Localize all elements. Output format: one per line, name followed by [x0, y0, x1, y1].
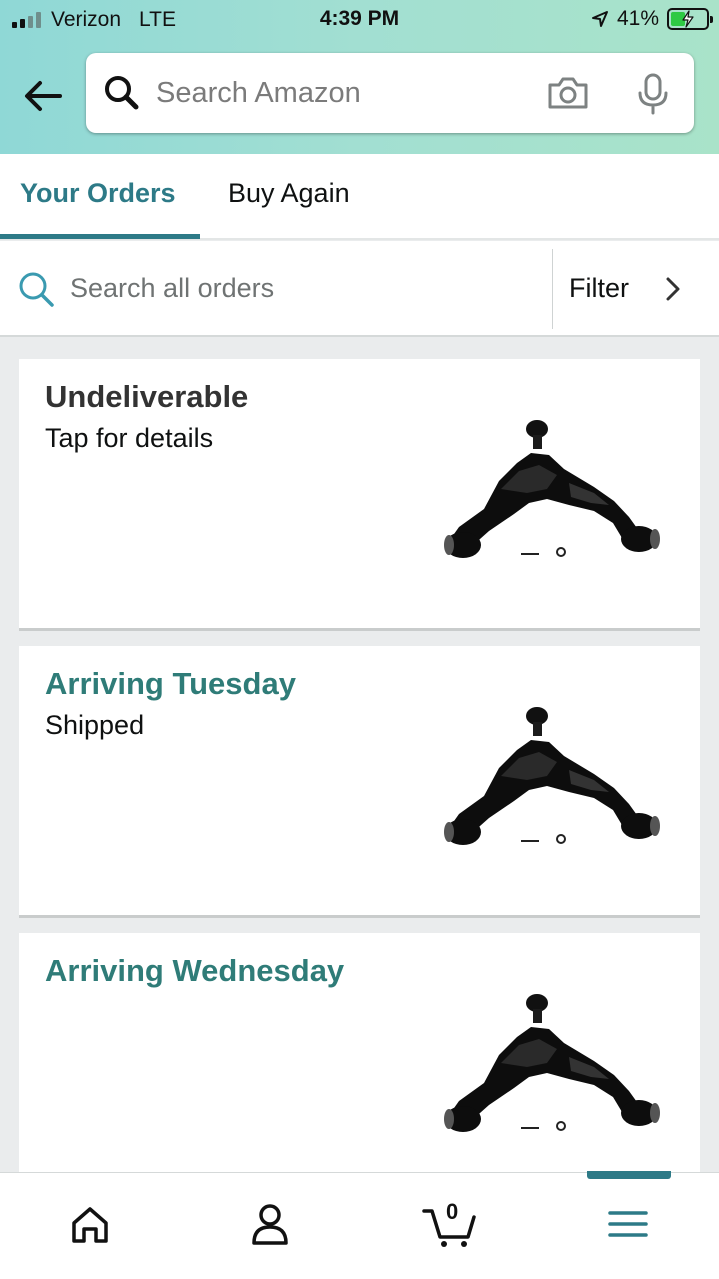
tab-your-orders[interactable]: Your Orders: [20, 178, 176, 209]
account-icon: [252, 1204, 288, 1245]
battery-percent: 41%: [616, 7, 659, 30]
home-icon: [72, 1207, 108, 1243]
microphone-icon[interactable]: [636, 73, 670, 115]
active-nav-indicator: [587, 1171, 671, 1179]
nav-menu[interactable]: [598, 1199, 658, 1249]
location-arrow-icon: [591, 11, 608, 27]
order-status: Arriving Wednesday: [45, 953, 345, 988]
order-status: Undeliverable: [45, 379, 249, 414]
order-card[interactable]: Undeliverable Tap for details: [19, 359, 700, 631]
back-button[interactable]: [22, 78, 64, 114]
filter-label: Filter: [569, 273, 629, 303]
nav-home[interactable]: [60, 1199, 120, 1249]
tab-buy-again[interactable]: Buy Again: [228, 178, 350, 209]
back-arrow-icon: [25, 81, 62, 111]
camera-icon[interactable]: [546, 75, 590, 111]
control-arm-image: [429, 993, 669, 1143]
order-card[interactable]: Arriving Wednesday: [19, 933, 700, 1193]
control-arm-image: [429, 419, 669, 569]
order-detail: Tap for details: [45, 423, 214, 453]
battery-icon: [667, 8, 713, 30]
search-icon: [19, 272, 54, 307]
bottom-navigation: 0: [0, 1171, 719, 1279]
order-detail: Shipped: [45, 710, 145, 740]
active-tab-indicator: [0, 234, 200, 239]
nav-cart[interactable]: 0: [420, 1199, 480, 1249]
status-bar: Verizon LTE 4:39 PM 41%: [0, 0, 719, 40]
app-header: Verizon LTE 4:39 PM 41%: [0, 0, 719, 154]
search-input[interactable]: [156, 71, 536, 115]
control-arm-image: [429, 706, 669, 856]
order-status: Arriving Tuesday: [45, 666, 296, 701]
nav-account[interactable]: [240, 1199, 300, 1249]
amazon-search-bar[interactable]: [86, 53, 694, 133]
orders-tabs: Your Orders Buy Again: [0, 154, 719, 240]
order-search-bar: Filter: [0, 241, 719, 337]
order-card[interactable]: Arriving Tuesday Shipped: [19, 646, 700, 918]
chevron-right-icon: [666, 277, 680, 301]
filter-button[interactable]: Filter: [553, 241, 719, 337]
menu-icon: [608, 1211, 648, 1237]
search-icon: [105, 76, 139, 110]
cart-count-badge: 0: [446, 1199, 459, 1224]
search-orders-input[interactable]: [70, 266, 530, 310]
